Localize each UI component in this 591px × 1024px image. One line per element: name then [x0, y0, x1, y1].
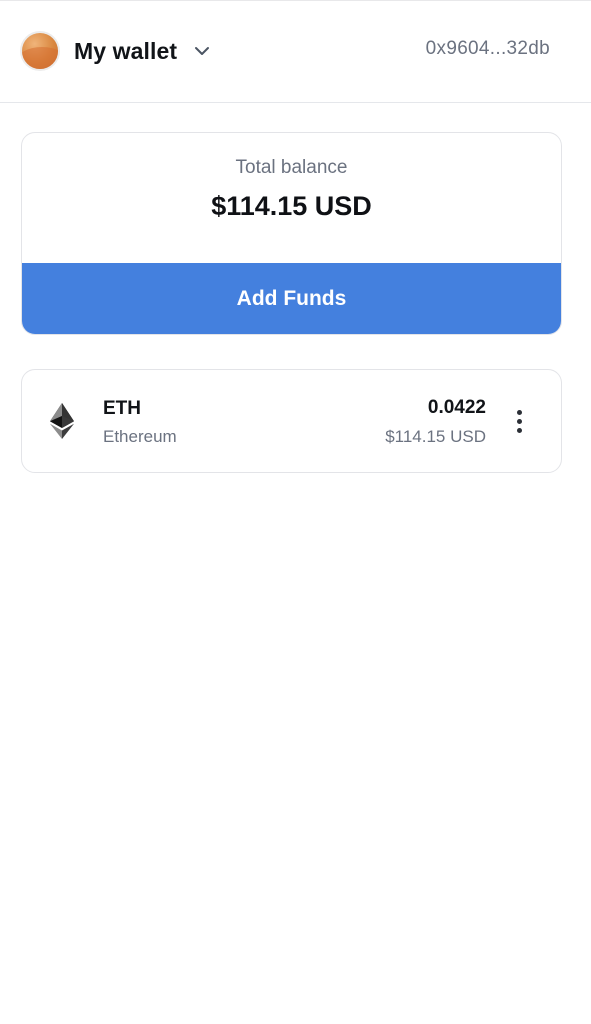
asset-name: Ethereum — [103, 427, 177, 446]
chevron-down-icon — [193, 42, 211, 60]
ethereum-icon — [50, 403, 74, 439]
wallet-avatar — [20, 31, 60, 71]
asset-amount: 0.0422 — [427, 397, 486, 418]
more-vertical-icon-dot — [516, 418, 522, 424]
more-vertical-icon — [516, 409, 522, 415]
total-balance-value: $114.15 USD — [211, 191, 372, 221]
total-balance-label: Total balance — [235, 157, 348, 178]
header: My wallet 0x9604...32db — [0, 1, 591, 103]
wallet-switcher[interactable]: My wallet — [20, 30, 211, 72]
more-options-button[interactable] — [507, 406, 531, 436]
wallet-app: My wallet 0x9604...32db Total balance $1… — [0, 0, 591, 1024]
more-vertical-icon-dot — [516, 427, 522, 433]
wallet-address[interactable]: 0x9604...32db — [426, 38, 550, 60]
wallet-name: My wallet — [74, 37, 178, 64]
asset-fiat-value: $114.15 USD — [385, 427, 486, 446]
asset-row[interactable]: ETH Ethereum 0.0422 $114.15 USD — [21, 369, 562, 473]
balance-card: Total balance $114.15 USD Add Funds — [21, 132, 562, 335]
asset-symbol: ETH — [103, 398, 141, 419]
add-funds-button[interactable]: Add Funds — [22, 263, 561, 334]
